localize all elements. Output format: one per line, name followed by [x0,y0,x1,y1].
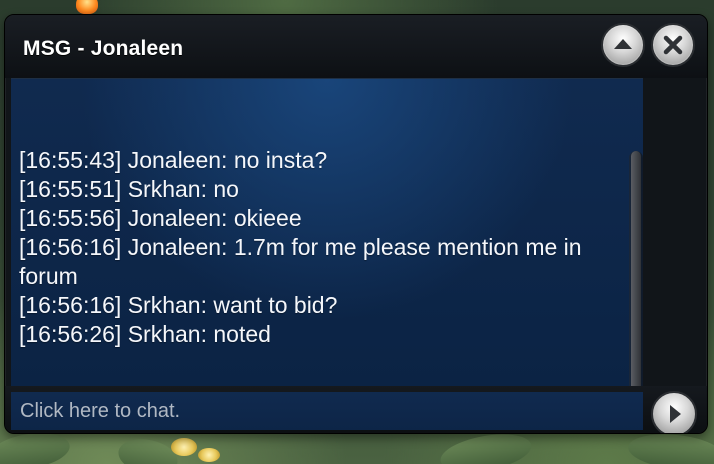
close-icon [663,35,683,55]
message-list: [16:55:43] Jonaleen: no insta? [16:55:51… [19,146,625,349]
message-line: [16:55:56] Jonaleen: okieee [19,205,302,231]
chevron-up-icon [614,39,632,49]
background-flower [198,448,220,462]
minimize-button[interactable] [601,23,645,67]
chat-window: MSG - Jonaleen [16:55:43] Jonaleen: no i… [4,14,708,434]
chat-title-bar[interactable]: MSG - Jonaleen [5,15,707,78]
play-arrow-icon [670,405,681,423]
message-line: [16:56:16] Srkhan: want to bid? [19,292,338,318]
message-line: [16:55:43] Jonaleen: no insta? [19,147,328,173]
message-line: [16:56:26] Srkhan: noted [19,321,271,347]
send-button[interactable] [651,391,697,433]
chat-input[interactable] [11,392,643,430]
chat-input-row [5,386,707,433]
background-torch [76,0,98,14]
message-line: [16:56:16] Jonaleen: 1.7m for me please … [19,234,582,289]
background-flower [171,438,197,456]
chat-title: MSG - Jonaleen [23,37,184,60]
messages-panel: [16:55:43] Jonaleen: no insta? [16:55:51… [11,78,643,433]
background-foliage [626,430,714,464]
close-button[interactable] [651,23,695,67]
message-line: [16:55:51] Srkhan: no [19,176,239,202]
